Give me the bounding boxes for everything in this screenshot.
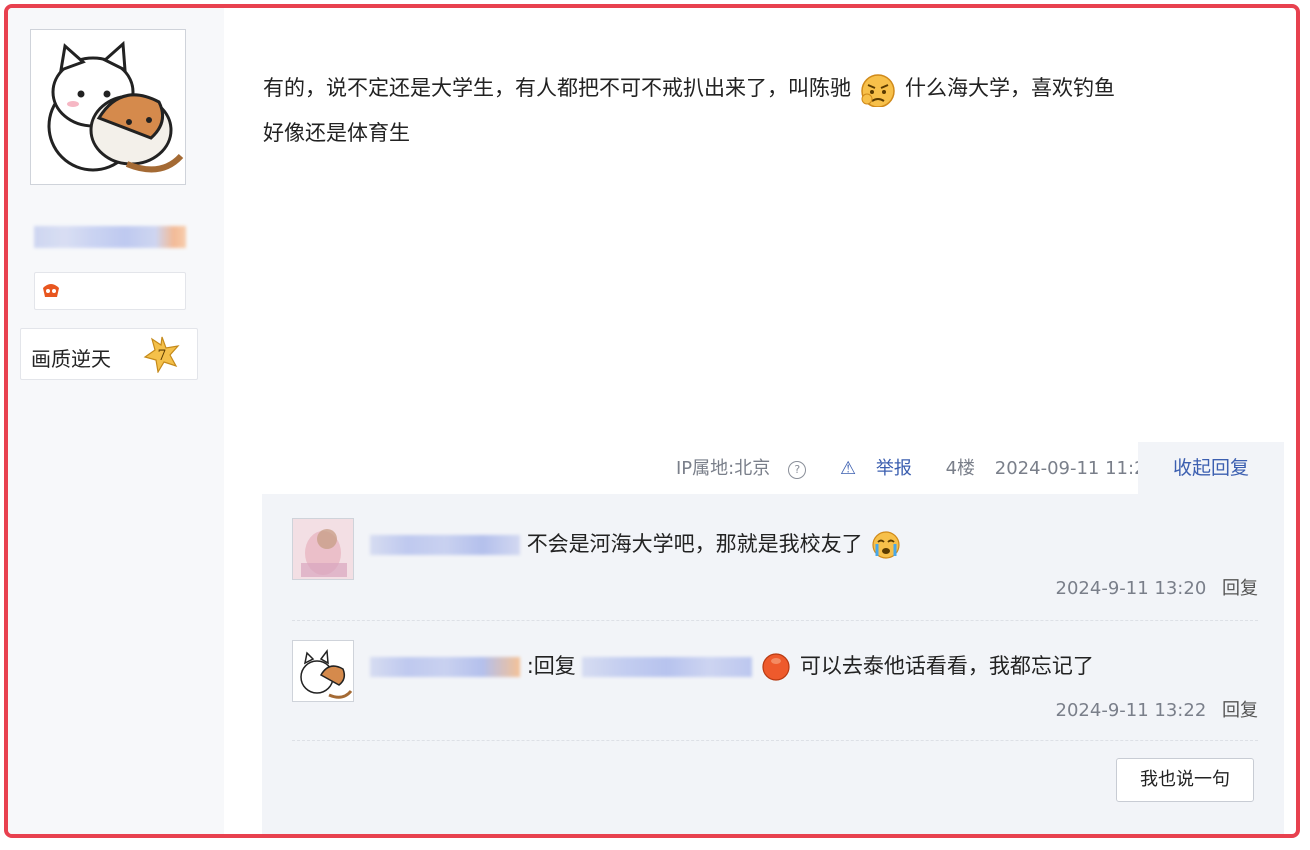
reply-line: 不会是河海大学吧，那就是我校友了 — [370, 528, 903, 560]
reply-button[interactable]: 回复 — [1222, 700, 1258, 721]
reply-item: 不会是河海大学吧，那就是我校友了 2024-9-11 13:20 回复 — [292, 518, 1258, 608]
post-frame: 画质逆天 7 有的，说不定还是大学生，有人都把不可不戒扒出来了，叫陈驰 什么海大… — [4, 4, 1300, 838]
post-line2: 好像还是体育生 — [263, 121, 410, 145]
warning-icon: ⚠ — [839, 458, 857, 479]
post-meta: IP属地:北京? ⚠ 举报 4楼 2024-09-11 11:25 — [676, 454, 1171, 480]
post-content: 有的，说不定还是大学生，有人都把不可不戒扒出来了，叫陈驰 什么海大学，喜欢钓鱼 … — [263, 66, 1283, 156]
cats-avatar-icon — [47, 40, 184, 173]
reply-username-blurred[interactable] — [370, 535, 520, 555]
level-badge[interactable]: 画质逆天 7 — [20, 328, 198, 380]
say-something-button[interactable]: 我也说一句 — [1116, 758, 1254, 802]
reply-meta: 2024-9-11 13:22 回复 — [1056, 696, 1258, 722]
reply-avatar[interactable] — [292, 518, 354, 580]
reply-datetime: 2024-9-11 13:20 — [1055, 578, 1207, 599]
reply-text: 可以去泰他话看看，我都忘记了 — [799, 654, 1094, 678]
reply-target-blurred[interactable] — [582, 657, 753, 677]
crying-face-icon — [872, 531, 900, 559]
reply-item: :回复 可以去泰他话看看，我都忘记了 2024-9-11 13:22 回复 — [292, 640, 1258, 730]
reply-line: :回复 可以去泰他话看看，我都忘记了 — [370, 650, 1094, 682]
reply-divider — [292, 620, 1258, 621]
reply-text: 不会是河海大学吧，那就是我校友了 — [526, 532, 863, 556]
ip-text: IP属地:北京 — [676, 458, 771, 479]
report-label: 举报 — [875, 458, 912, 479]
ip-location: IP属地:北京? — [676, 458, 820, 479]
reply-button[interactable]: 回复 — [1222, 578, 1258, 599]
member-badge[interactable] — [34, 272, 186, 310]
level-title: 画质逆天 — [31, 347, 111, 371]
reply-panel: 不会是河海大学吧，那就是我校友了 2024-9-11 13:20 回复:回复 … — [262, 494, 1284, 834]
reply-meta: 2024-9-11 13:20 回复 — [1056, 574, 1258, 600]
floor-number: 4楼 — [945, 458, 976, 479]
report-link[interactable]: ⚠ 举报 — [840, 458, 926, 479]
post-line1: 有的，说不定还是大学生，有人都把不可不戒扒出来了，叫陈驰 — [263, 76, 851, 100]
user-sidebar: 画质逆天 7 — [8, 8, 224, 834]
level-number: 7 — [158, 348, 167, 364]
help-icon[interactable]: ? — [788, 461, 807, 479]
collapse-replies-button[interactable]: 收起回复 — [1138, 442, 1284, 494]
reply-avatar[interactable] — [292, 640, 354, 702]
angry-face-icon — [861, 74, 895, 107]
post-datetime: 2024-09-11 11:25 — [994, 458, 1157, 479]
level-star-icon: 7 — [143, 336, 180, 373]
avatar[interactable] — [30, 29, 186, 185]
orange-face-icon — [762, 653, 790, 681]
blurred-avatar-icon — [293, 519, 353, 579]
reply-username-blurred[interactable] — [370, 657, 520, 677]
cats-avatar-small-icon — [293, 641, 353, 701]
crown-badge-icon — [43, 284, 59, 297]
username-blurred — [34, 226, 186, 248]
reply-divider — [292, 740, 1258, 741]
post-line1b: 什么海大学，喜欢钓鱼 — [905, 76, 1115, 100]
reply-prefix: :回复 — [526, 654, 576, 678]
reply-datetime: 2024-9-11 13:22 — [1055, 700, 1207, 721]
